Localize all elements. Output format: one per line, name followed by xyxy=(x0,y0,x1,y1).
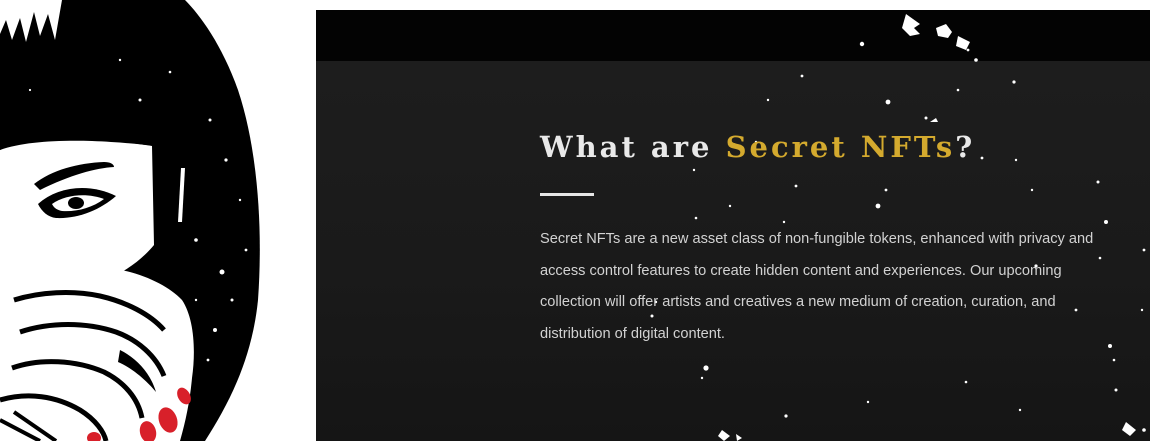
heading-tail-text: ? xyxy=(955,130,976,164)
heading-lead-text: What are xyxy=(540,130,726,164)
section-description: Secret NFTs are a new asset class of non… xyxy=(540,231,1094,342)
heading-accent-text: Secret NFTs xyxy=(725,130,956,164)
page: What are Secret NFTs? Secret NFTs are a … xyxy=(0,0,1150,441)
section-heading: What are Secret NFTs? xyxy=(540,130,1100,164)
heading-divider xyxy=(540,193,594,196)
hero-illustration xyxy=(0,0,316,441)
iris xyxy=(68,197,84,209)
woman-illustration-image xyxy=(0,0,260,441)
content-block: What are Secret NFTs? Secret NFTs are a … xyxy=(540,130,1100,350)
info-section: What are Secret NFTs? Secret NFTs are a … xyxy=(316,10,1150,441)
